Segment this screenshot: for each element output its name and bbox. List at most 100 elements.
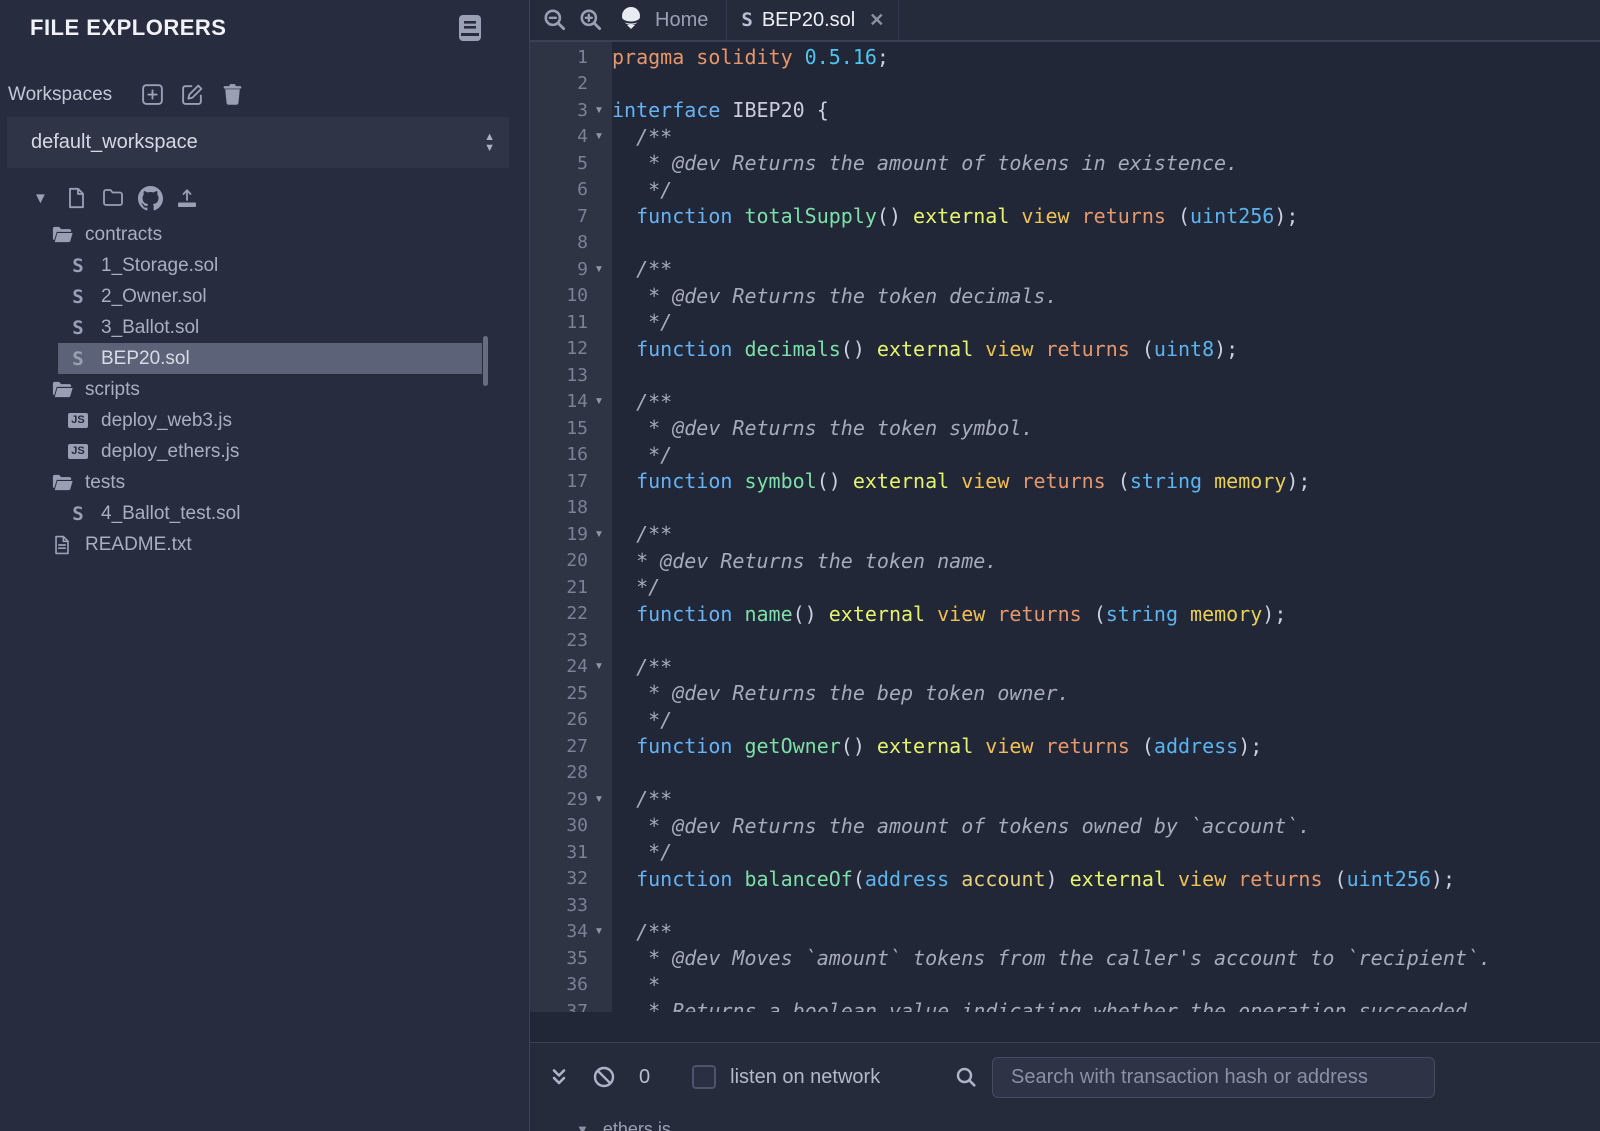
- new-file-icon[interactable]: [64, 186, 88, 210]
- tree-item-scripts[interactable]: scripts: [0, 374, 529, 405]
- line-number: 16: [530, 444, 588, 465]
- line-number: 28: [530, 762, 588, 783]
- tree-item-bep20-sol[interactable]: SBEP20.sol: [58, 343, 482, 374]
- tree-item-2-owner-sol[interactable]: S2_Owner.sol: [0, 281, 529, 312]
- tree-item-1-storage-sol[interactable]: S 1_Storage.sol: [0, 250, 529, 281]
- zoom-out-icon[interactable]: [542, 7, 568, 33]
- tree-item-tests[interactable]: tests: [0, 467, 529, 498]
- delete-workspace-icon[interactable]: [220, 82, 245, 107]
- tree-item-readme-txt[interactable]: README.txt: [0, 529, 529, 560]
- code-line: */: [612, 707, 1600, 734]
- code-line: [612, 71, 1600, 98]
- code-line: [612, 495, 1600, 522]
- fold-arrow-icon[interactable]: ▼: [588, 661, 610, 672]
- fold-arrow-icon[interactable]: ▼: [588, 264, 610, 275]
- code-line: /**: [612, 786, 1600, 813]
- tab-home-label: Home: [655, 9, 708, 32]
- collapse-tree-icon[interactable]: ▼: [33, 190, 48, 207]
- line-number: 25: [530, 683, 588, 704]
- fold-arrow-icon[interactable]: ▼: [588, 396, 610, 407]
- code-line: function decimals() external view return…: [612, 336, 1600, 363]
- line-number: 18: [530, 497, 588, 518]
- line-number: 4: [530, 126, 588, 147]
- line-number: 9: [530, 259, 588, 280]
- tree-item-label: tests: [85, 472, 125, 494]
- tree-item-deploy-web3-js[interactable]: JSdeploy_web3.js: [0, 405, 529, 436]
- listen-on-network-checkbox[interactable]: [692, 1065, 716, 1089]
- line-number: 22: [530, 603, 588, 624]
- transaction-search-input[interactable]: [992, 1057, 1435, 1098]
- tab-home[interactable]: Home: [612, 0, 726, 40]
- workspaces-label: Workspaces: [8, 84, 112, 106]
- line-number: 32: [530, 868, 588, 889]
- file-tree: contracts S 1_Storage.sol S2_Owner.solS3_Ba…: [0, 219, 529, 560]
- tree-toolbar: ▼: [33, 186, 212, 210]
- tree-item-label: 1_Storage.sol: [101, 255, 218, 277]
- js-file-icon: JS: [66, 440, 90, 464]
- code-line: */: [612, 574, 1600, 601]
- github-icon[interactable]: [138, 186, 162, 210]
- code-line: [612, 627, 1600, 654]
- code-line: */: [612, 839, 1600, 866]
- code-line: /**: [612, 919, 1600, 946]
- tab-bep20[interactable]: S BEP20.sol ✕: [727, 0, 898, 40]
- remix-ide-window: FILE EXPLORERS Workspaces: [0, 0, 1600, 1131]
- upload-icon[interactable]: [175, 186, 199, 210]
- panel-title: FILE EXPLORERS: [30, 15, 226, 41]
- line-number: 36: [530, 974, 588, 995]
- code-line: /**: [612, 654, 1600, 681]
- code-line: function totalSupply() external view ret…: [612, 203, 1600, 230]
- close-icon[interactable]: ✕: [869, 10, 884, 31]
- rename-workspace-icon[interactable]: [180, 82, 205, 107]
- listen-on-network-label[interactable]: listen on network: [730, 1066, 880, 1089]
- code-line: *: [612, 972, 1600, 999]
- folder-icon: [50, 223, 74, 247]
- book-icon[interactable]: [456, 13, 484, 43]
- line-number: 8: [530, 232, 588, 253]
- line-number: 13: [530, 365, 588, 386]
- line-number: 2: [530, 73, 588, 94]
- line-number: 14: [530, 391, 588, 412]
- line-number: 27: [530, 736, 588, 757]
- fold-arrow-icon[interactable]: ▼: [588, 794, 610, 805]
- workspace-select[interactable]: default_workspace ▲▼: [7, 117, 509, 168]
- tree-item-label: deploy_ethers.js: [101, 441, 239, 463]
- tree-item-deploy-ethers-js[interactable]: JS deploy_ethers.js: [0, 436, 529, 467]
- line-number: 31: [530, 842, 588, 863]
- code-line: pragma solidity 0.5.16;: [612, 44, 1600, 71]
- create-workspace-icon[interactable]: [140, 82, 165, 107]
- tab-bep20-label: BEP20.sol: [762, 9, 855, 32]
- clear-console-icon[interactable]: [592, 1065, 616, 1089]
- editor-panel: Home S BEP20.sol ✕ 123▼4▼56789▼101112131…: [530, 0, 1600, 1131]
- code-editor: 123▼4▼56789▼1011121314▼1516171819▼202122…: [530, 42, 1600, 1012]
- sidebar-scrollbar[interactable]: [483, 336, 488, 386]
- line-number: 15: [530, 418, 588, 439]
- fold-arrow-icon[interactable]: ▼: [588, 105, 610, 116]
- line-number: 34: [530, 921, 588, 942]
- fold-arrow-icon[interactable]: ▼: [588, 131, 610, 142]
- code-line: */: [612, 442, 1600, 469]
- terminal-log-text: ethers.js: [603, 1119, 671, 1131]
- folder-icon: [50, 471, 74, 495]
- code-line: interface IBEP20 {: [612, 97, 1600, 124]
- code-area[interactable]: pragma solidity 0.5.16; interface IBEP20 …: [612, 42, 1600, 1012]
- expand-terminal-icon[interactable]: [547, 1065, 571, 1089]
- fold-arrow-icon[interactable]: ▼: [588, 926, 610, 937]
- line-number: 3: [530, 100, 588, 121]
- zoom-in-icon[interactable]: [578, 7, 604, 33]
- new-folder-icon[interactable]: [101, 186, 125, 210]
- terminal-log-line[interactable]: ▼ ethers.js: [576, 1119, 671, 1131]
- tree-item-label: deploy_web3.js: [101, 410, 232, 432]
- line-number: 37: [530, 1001, 588, 1012]
- tree-item-3-ballot-sol[interactable]: S3_Ballot.sol: [0, 312, 529, 343]
- solidity-file-icon: S: [66, 254, 90, 278]
- line-number: 11: [530, 312, 588, 333]
- line-number: 5: [530, 153, 588, 174]
- fold-arrow-icon[interactable]: ▼: [588, 529, 610, 540]
- line-number: 23: [530, 630, 588, 651]
- tree-item-contracts[interactable]: contracts: [0, 219, 529, 250]
- tree-item-4-ballot-test-sol[interactable]: S4_Ballot_test.sol: [0, 498, 529, 529]
- line-number: 30: [530, 815, 588, 836]
- select-carets-icon: ▲▼: [484, 133, 495, 153]
- code-line: function balanceOf(address account) exte…: [612, 866, 1600, 893]
